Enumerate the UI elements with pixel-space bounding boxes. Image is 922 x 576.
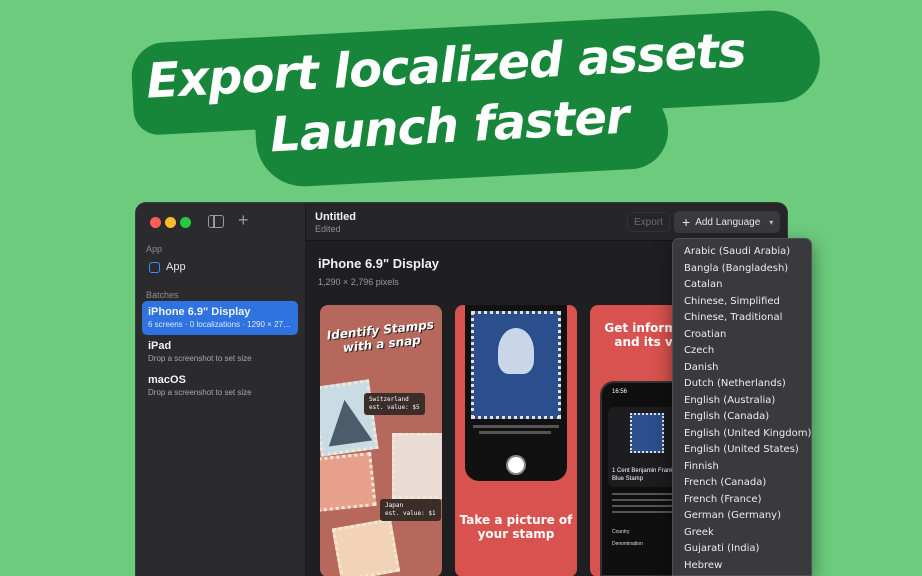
display-title: iPhone 6.9" Display [318,256,440,271]
language-menu-item[interactable]: Croatian [673,327,811,344]
batch-name: iPad [148,340,172,352]
batch-name: iPhone 6.9" Display [148,306,251,318]
add-language-label: Add Language [695,216,761,228]
promo-banner: Export localized assets Launch faster [128,8,822,189]
sidebar-batch-macos[interactable]: macOS Drop a screenshot to set size [142,369,298,403]
red-stamp-image [320,452,377,512]
language-menu-item[interactable]: Finnish [673,459,811,476]
language-menu-item[interactable]: Arabic (Saudi Arabia) [673,244,811,261]
sidebar-item-label: App [166,261,186,273]
sidebar-batch-iphone[interactable]: iPhone 6.9" Display 6 screens · 0 locali… [142,301,298,335]
sidebar: + App App Batches iPhone 6.9" Display 6 … [136,203,306,576]
add-language-button[interactable]: + Add Language ▾ [674,211,780,233]
sidebar-batch-ipad[interactable]: iPad Drop a screenshot to set size [142,335,298,369]
phone-mockup [465,305,567,481]
export-button[interactable]: Export [627,212,670,232]
shutter-icon [506,455,526,475]
plus-icon: + [682,214,691,230]
crane-stamp-image [331,518,401,576]
language-menu-item[interactable]: French (Canada) [673,475,811,492]
language-menu-item[interactable]: French (France) [673,492,811,509]
language-menu-item[interactable]: Czech [673,343,811,360]
language-menu-item[interactable]: Chinese, Traditional [673,310,811,327]
language-menu-item[interactable]: English (Australia) [673,393,811,410]
display-dimensions: 1,290 × 2,796 pixels [318,277,399,287]
add-batch-icon[interactable]: + [238,210,249,230]
language-menu-item[interactable]: Gujarati (India) [673,541,811,558]
language-menu-item[interactable]: Danish [673,360,811,377]
minimize-window-button[interactable] [165,217,176,228]
document-status: Edited [315,224,341,234]
zoom-window-button[interactable] [180,217,191,228]
batch-details: 6 screens · 0 localizations · 1290 × 27… [148,320,291,329]
batches-section-label: Batches [146,290,179,300]
language-dropdown-menu: Arabic (Saudi Arabia) Bangla (Bangladesh)… [672,238,812,576]
language-menu-item[interactable]: Catalan [673,277,811,294]
language-menu-item[interactable]: English (Canada) [673,409,811,426]
language-menu-item[interactable]: Bangla (Bangladesh) [673,261,811,278]
app-icon [149,261,160,273]
app-section-label: App [146,244,163,254]
stamp-photo [471,311,561,419]
screenshot-caption: Take a picture of your stamp [459,513,573,541]
batch-details: Drop a screenshot to set size [148,388,252,397]
language-menu-item[interactable]: Greek [673,525,811,542]
language-menu-item[interactable]: Dutch (Netherlands) [673,376,811,393]
screenshot-card-1[interactable]: Switzerland est. value: $5 Japan est. va… [320,305,442,576]
document-title: Untitled [315,211,356,223]
value-tag: Switzerland est. value: $5 [364,393,425,415]
language-menu-item[interactable]: English (United States) [673,442,811,459]
language-menu-item[interactable]: German (Germany) [673,508,811,525]
sidebar-item-app[interactable]: App [149,261,186,273]
batch-details: Drop a screenshot to set size [148,354,252,363]
language-menu-item[interactable]: English (United Kingdom) [673,426,811,443]
mountain-stamp-image [320,379,379,457]
language-menu-item[interactable]: Hebrew [673,558,811,575]
screenshot-card-2[interactable]: Take a picture of your stamp [455,305,577,576]
toolbar: Untitled Edited Export + Add Language ▾ [306,203,787,241]
language-menu-item[interactable]: Chinese, Simplified [673,294,811,311]
chevron-down-icon: ▾ [769,217,774,227]
stamp-thumbnail [630,413,664,453]
sidebar-toggle-icon[interactable] [208,215,224,228]
rose-stamp-image [392,433,442,499]
close-window-button[interactable] [150,217,161,228]
batch-name: macOS [148,374,186,386]
screenshot-caption: Identify Stamps with a snap [326,317,435,356]
value-tag: Japan est. value: $1 [380,499,441,521]
